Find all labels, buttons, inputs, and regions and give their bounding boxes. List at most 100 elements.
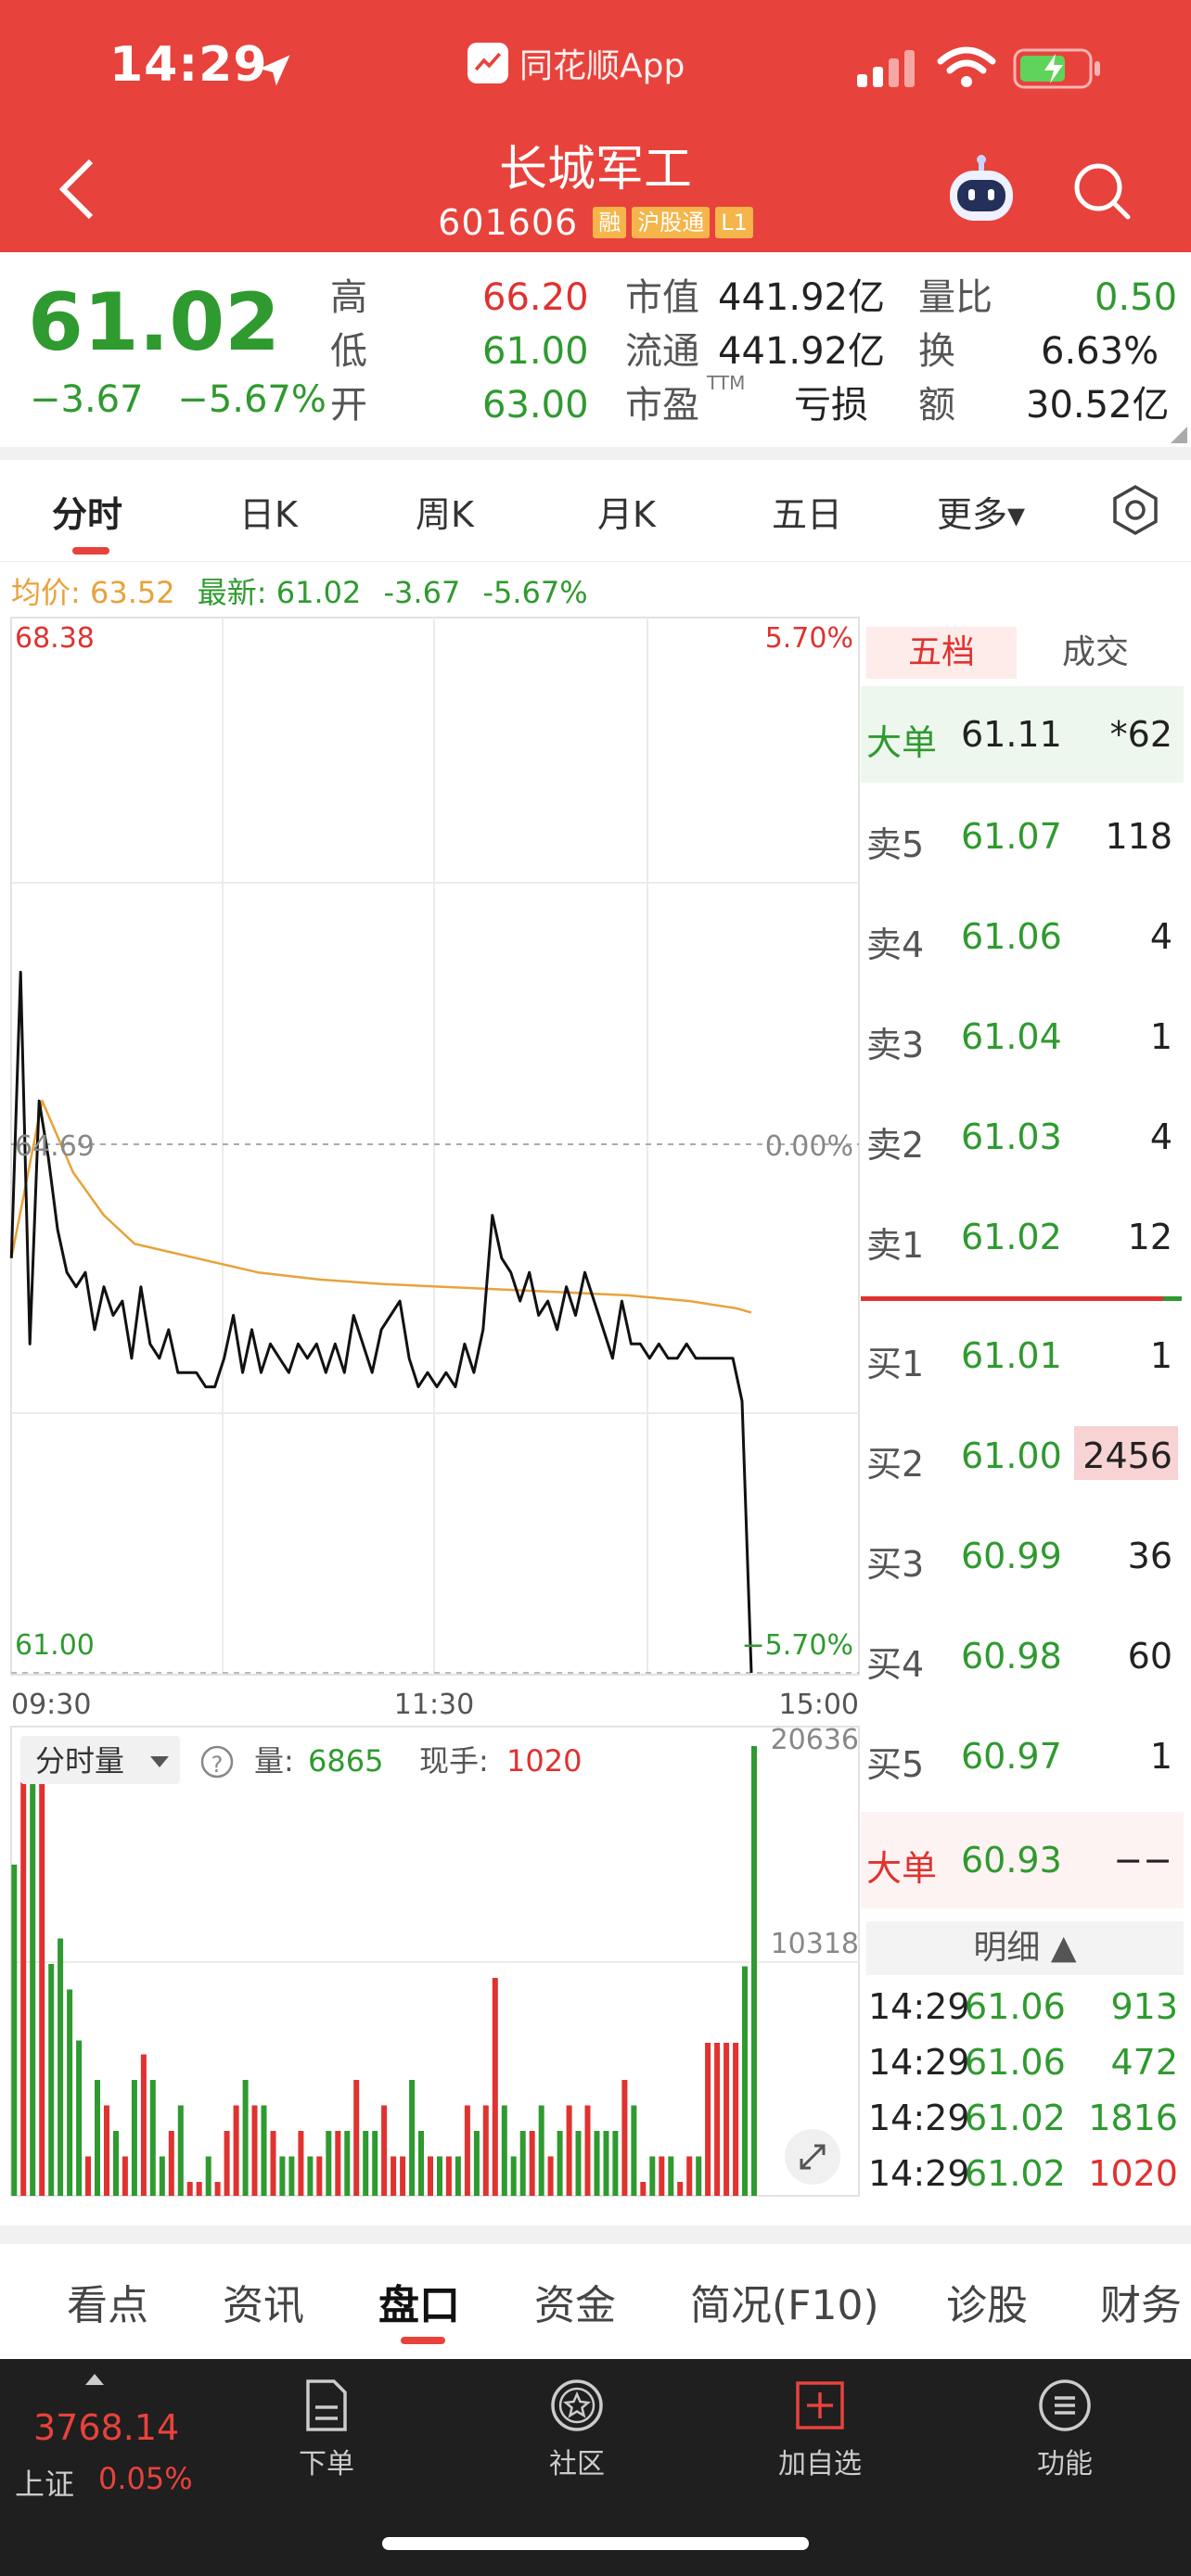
- volume-bar: [391, 2156, 397, 2196]
- expand-corner-icon[interactable]: [1171, 427, 1187, 443]
- tab-news[interactable]: 资讯: [223, 2272, 304, 2331]
- nav-label: 下单: [299, 2448, 354, 2480]
- divider: [0, 447, 1191, 460]
- app-back-badge[interactable]: 同花顺App: [467, 41, 685, 85]
- tab-order-panel[interactable]: 盘口: [378, 2272, 460, 2331]
- bid-row[interactable]: 买3 60.99 36: [861, 1508, 1184, 1604]
- volume-bar: [224, 2131, 230, 2196]
- pct-min-label: −5.70%: [742, 1629, 853, 1662]
- search-button[interactable]: [1070, 159, 1133, 223]
- app-name: 同花顺App: [519, 47, 685, 85]
- tab-five-levels[interactable]: 五档: [866, 627, 1017, 679]
- ask-row[interactable]: 卖2 61.03 4: [861, 1089, 1184, 1185]
- big-order-sell-row[interactable]: 大单 61.11 *62: [861, 686, 1184, 783]
- tab-daily-k[interactable]: 日K: [239, 486, 298, 537]
- bid-row[interactable]: 买1 61.01 1: [861, 1307, 1184, 1404]
- ask-price: 61.07: [961, 816, 1062, 857]
- volume-bar: [529, 2131, 535, 2196]
- tab-more[interactable]: 更多▾: [937, 486, 1025, 537]
- tab-intraday[interactable]: 分时: [52, 486, 122, 537]
- tab-capital[interactable]: 资金: [534, 2272, 616, 2331]
- mktcap-value: 441.92亿: [718, 276, 885, 319]
- volume-bar: [428, 2156, 433, 2196]
- robot-assistant-icon[interactable]: [944, 154, 1018, 224]
- volume-value: 6865: [308, 1743, 383, 1779]
- volume-bar: [95, 2080, 100, 2196]
- ask-row[interactable]: 卖4 61.06 4: [861, 888, 1184, 985]
- last-price: 61.02: [28, 276, 281, 369]
- tab-f10-profile[interactable]: 简况(F10): [690, 2272, 879, 2331]
- ask-label: 卖3: [866, 1025, 925, 1065]
- active-tab-indicator: [72, 547, 109, 555]
- bid-row[interactable]: 买2 61.00 2456: [861, 1408, 1184, 1504]
- intraday-chart[interactable]: 68.38 64.69 61.00 5.70% 0.00% −5.70% 09:…: [0, 614, 861, 2200]
- tab-monthly-k[interactable]: 月K: [597, 486, 656, 537]
- volume-bars: [11, 1746, 757, 2196]
- avg-price-label: 均价:: [11, 575, 81, 610]
- ask-row[interactable]: 卖5 61.07 118: [861, 788, 1184, 885]
- ask-volume: 118: [1105, 816, 1172, 857]
- big-order-buy-row[interactable]: 大单 60.93 −−: [861, 1812, 1184, 1908]
- volume-bar: [233, 2105, 239, 2196]
- volume-bar: [418, 2131, 424, 2196]
- latest-change: -3.67: [383, 575, 461, 610]
- time-label-open: 09:30: [11, 1689, 91, 1721]
- ask-volume: 4: [1149, 916, 1172, 957]
- trade-volume: 472: [1110, 2042, 1178, 2083]
- big-buy-volume: −−: [1113, 1840, 1172, 1881]
- avg-price-value: 63.52: [89, 575, 175, 610]
- volume-bar: [547, 2156, 554, 2196]
- ask-price: 61.03: [961, 1116, 1062, 1157]
- ask-row[interactable]: 卖3 61.04 1: [861, 988, 1184, 1085]
- volume-bar: [409, 2080, 416, 2196]
- nav-add-watchlist[interactable]: 加自选: [746, 2378, 894, 2481]
- price-line: [9, 970, 753, 1674]
- big-sell-price: 61.11: [961, 714, 1062, 755]
- open-value: 63.00: [482, 384, 589, 427]
- open-label: 开: [330, 384, 367, 427]
- bid-row[interactable]: 买4 60.98 60: [861, 1608, 1184, 1704]
- volume-bar: [649, 2156, 656, 2196]
- trade-price: 61.06: [965, 2042, 1066, 2083]
- volume-bar: [677, 2182, 684, 2196]
- volume-bar: [724, 2043, 730, 2196]
- app-logo-icon: [467, 43, 508, 83]
- ask-row[interactable]: 卖1 61.02 12: [861, 1189, 1184, 1285]
- nav-label: 社区: [549, 2448, 605, 2480]
- tab-highlights[interactable]: 看点: [67, 2272, 148, 2331]
- time-label-close: 15:00: [779, 1689, 859, 1721]
- section-tabs: 看点 资讯 盘口 资金 简况(F10) 诊股 财务: [0, 2244, 1191, 2359]
- level-tag: L1: [715, 207, 753, 238]
- volume-bar: [186, 2182, 193, 2196]
- volume-bar: [177, 2105, 184, 2196]
- volume-bar: [584, 2105, 591, 2196]
- tab-deals[interactable]: 成交: [1020, 627, 1171, 679]
- volume-bar: [30, 1746, 36, 2196]
- tab-financials[interactable]: 财务: [1100, 2272, 1182, 2331]
- trade-detail-row: 14:29 61.02 1020: [866, 2146, 1184, 2201]
- tab-weekly-k[interactable]: 周K: [416, 486, 474, 537]
- connect-tag: 沪股通: [632, 207, 711, 238]
- tab-diagnosis[interactable]: 诊股: [946, 2272, 1028, 2331]
- order-document-icon: [306, 2379, 347, 2431]
- volume-bar: [492, 1978, 498, 2196]
- chart-settings-icon[interactable]: [1109, 484, 1161, 536]
- nav-functions[interactable]: 功能: [991, 2378, 1139, 2481]
- trade-volume: 913: [1110, 1986, 1178, 2027]
- pct-max-label: 5.70%: [765, 622, 853, 655]
- active-tab-indicator: [401, 2337, 445, 2344]
- nav-place-order[interactable]: 下单: [252, 2378, 401, 2481]
- home-indicator: [382, 2537, 809, 2550]
- pe-ttm-superscript: TTM: [707, 372, 746, 394]
- volume-bar: [566, 2105, 572, 2196]
- nav-community[interactable]: 社区: [503, 2378, 651, 2481]
- volume-bar: [437, 2156, 442, 2196]
- detail-header[interactable]: 明细 ▲: [866, 1921, 1184, 1975]
- bid-row[interactable]: 买5 60.97 1: [861, 1708, 1184, 1804]
- volume-bar: [326, 2131, 332, 2196]
- ask-price: 61.06: [961, 916, 1062, 957]
- trade-price: 61.02: [965, 2098, 1066, 2138]
- tab-five-day[interactable]: 五日: [772, 486, 842, 537]
- bid-volume: 1: [1149, 1736, 1172, 1777]
- mktcap-label: 市值: [625, 276, 699, 319]
